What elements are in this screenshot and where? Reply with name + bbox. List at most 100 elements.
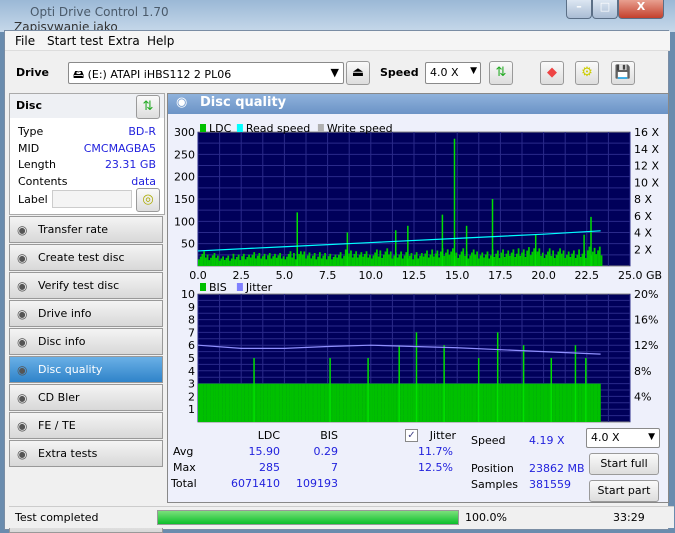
bis-bar [439,383,442,422]
bis-bar [472,383,475,422]
drive-value: (E:) ATAPI iHBS112 2 PL06 [87,68,232,81]
menu-file[interactable]: File [15,34,35,48]
nav-drive-info[interactable]: ◉ Drive info [9,300,163,327]
maximize-button[interactable]: □ [592,0,618,19]
ldc-bar [220,258,223,266]
bis-bar [426,383,428,422]
menu-extra[interactable]: Extra [108,34,140,48]
bis-spike [443,345,445,422]
bis-bar [547,383,549,422]
ldc-bar [412,259,415,266]
ldc-bar [448,254,451,266]
ldc-bar [358,254,361,266]
max-label: Max [173,461,196,474]
ldc-bar [531,251,534,266]
settings-button[interactable]: ⚙ [575,61,599,85]
disc-label-button[interactable]: ◎ [136,188,160,212]
max-jitter: 12.5% [418,461,453,474]
bis-bar [318,383,321,422]
menu-bar: File Start test Extra Help [5,31,670,51]
drive-select[interactable]: 🖴 (E:) ATAPI iHBS112 2 PL06 ▼ [68,62,344,84]
bis-bar [208,383,211,422]
bis-bar [337,383,340,422]
eraser-icon: ◆ [547,65,557,80]
y2-tick-label: 10 X [634,176,659,189]
menu-start-test[interactable]: Start test [47,34,103,48]
ldc-bar [337,254,340,266]
start-part-button[interactable]: Start part [589,480,659,502]
refresh-button[interactable]: ⇅ [489,61,513,85]
ldc-bar [457,257,459,266]
ldc-bar [560,253,563,266]
type-value: BD-R [128,125,156,138]
bis-bar [403,383,406,422]
refresh-icon: ⇅ [495,65,507,80]
nav-extra-tests[interactable]: ◉ Extra tests [9,440,163,467]
bis-bar [433,383,435,422]
ldc-bar [306,255,309,266]
bis-bar [505,383,508,422]
nav-icon: ◉ [17,419,28,433]
ldc-bar [445,252,447,266]
bis-bar [237,383,240,422]
nav-verify-test-disc[interactable]: ◉ Verify test disc [9,272,163,299]
bis-bar [234,383,237,422]
eject-button[interactable]: ⏏ [346,61,370,85]
disc-refresh-button[interactable]: ⇅ [136,95,160,119]
ldc-bar [585,257,587,266]
bis-bar [598,383,601,422]
bis-bar [460,383,463,422]
panel-title-text: Disc quality [200,95,287,110]
ldc-bar [199,256,202,266]
minimize-button[interactable]: – [566,0,592,19]
bis-bar [560,383,563,422]
bis-bar [408,383,411,422]
y2-tick-label: 4% [634,390,651,403]
bis-bar [578,383,581,422]
type-label: Type [18,125,44,138]
bis-bar [417,383,420,422]
label-input[interactable] [52,190,132,208]
bis-bar [370,383,373,422]
ldc-bar [280,258,283,266]
position-label: Position [471,462,514,475]
bis-spike [398,345,400,422]
speed-select[interactable]: 4.0 X ▼ [425,62,481,84]
menu-help[interactable]: Help [147,34,174,48]
start-full-button[interactable]: Start full [589,453,659,475]
jitter-checkbox[interactable]: ✓ [405,429,418,442]
ldc-bar [258,253,261,266]
ldc-bar [367,257,370,266]
bis-bar [204,383,207,422]
bis-bar [414,383,416,422]
bis-bar [377,383,380,422]
bis-bar [241,383,244,422]
ldc-bar [505,253,508,266]
bis-bar [255,383,257,422]
nav-create-test-disc[interactable]: ◉ Create test disc [9,244,163,271]
bis-bar [346,383,349,422]
ldc-bar [388,254,390,266]
close-button[interactable]: X [618,0,664,19]
ldc-bar [408,255,411,266]
mid-value: CMCMAGBA5 [83,142,156,155]
ldc-bar [236,256,238,266]
ldc-bar [586,250,589,266]
ldc-bar [528,247,530,266]
ldc-bar [381,257,383,266]
save-button[interactable]: 💾 [611,61,635,85]
erase-button[interactable]: ◆ [540,61,564,85]
nav-disc-quality[interactable]: ◉ Disc quality [9,356,163,383]
test-speed-select[interactable]: 4.0 X ▼ [586,428,660,448]
bis-bar [317,383,320,422]
bis-bar [488,383,491,422]
nav-disc-info[interactable]: ◉ Disc info [9,328,163,355]
nav-cd-bler[interactable]: ◉ CD Bler [9,384,163,411]
nav-transfer-rate[interactable]: ◉ Transfer rate [9,216,163,243]
ldc-bar [564,257,567,266]
ldc-bar [241,256,243,266]
bis-bar [305,383,308,422]
bis-bar [211,383,214,422]
bis-bar [289,383,292,422]
nav-fe-te[interactable]: ◉ FE / TE [9,412,163,439]
